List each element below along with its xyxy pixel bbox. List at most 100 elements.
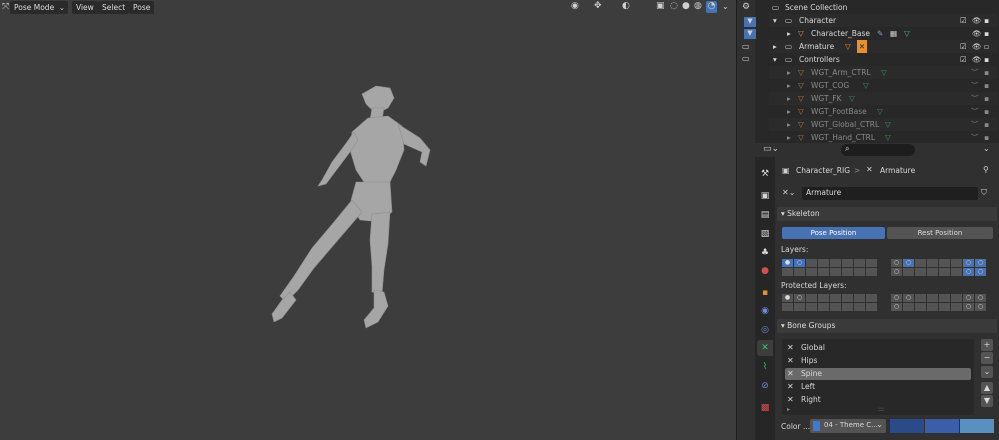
bone-group-menu-button[interactable]: ⌄ — [981, 366, 993, 378]
move-up-button[interactable]: ▲ — [981, 382, 993, 394]
character-mesh[interactable] — [0, 0, 736, 440]
output-tab-icon[interactable]: ▤ — [757, 207, 773, 223]
chevron-down-icon[interactable]: ⌄ — [722, 2, 729, 11]
outliner-row-character[interactable]: ▾ ▭ Character ☑ 👁 ▪ — [769, 14, 997, 27]
eye-hidden-icon[interactable]: ︶ — [971, 118, 979, 131]
list-expand-icon[interactable]: ▸ — [787, 406, 790, 413]
outliner-row-wgt[interactable]: ▸ ▽ WGT_Global_CTRL ▽ ︶ ▪ — [769, 118, 997, 131]
properties-search-input[interactable]: ⌕ — [841, 144, 915, 156]
outliner-row-character-base[interactable]: ▸ ▽ Character_Base ✎ ▦ ▽ 👁 ▪ — [769, 27, 997, 40]
camera-icon[interactable]: ▪ — [984, 14, 989, 27]
skeleton-panel-header[interactable]: ▾ Skeleton — [777, 207, 997, 221]
outliner-row-wgt[interactable]: ▸ ▽ WGT_FK ▽ ︶ ▪ — [769, 92, 997, 105]
menu-pose[interactable]: Pose — [129, 1, 155, 14]
filter-icon[interactable]: ▼ — [744, 17, 756, 27]
checkbox-icon[interactable]: ☑ — [960, 53, 967, 66]
protected-layers-grid-left[interactable]: ● ○ — [782, 294, 877, 311]
armature-icon: ✕ — [866, 165, 873, 174]
normal-color-swatch[interactable] — [890, 419, 924, 433]
bone-tab-icon[interactable]: ⌇ — [757, 359, 773, 375]
bone-group-item[interactable]: ✕ Left — [785, 381, 971, 393]
camera-icon[interactable]: ▫ — [984, 40, 989, 53]
xray-icon[interactable]: ▣ — [656, 1, 665, 11]
modifier-tab-icon[interactable]: ◉ — [757, 303, 773, 319]
outliner-row-controllers[interactable]: ▾ ▭ Controllers ☑ 👁 ▪ — [769, 53, 997, 66]
texture-tab-icon[interactable]: ▩ — [757, 400, 773, 416]
chevron-down-icon[interactable]: ⌄ — [983, 144, 990, 153]
viewport-header: ⤧ Pose Mode ⌄ View Select Pose ◉ ✥ ◐ ▣ ◌… — [0, 0, 736, 16]
eye-hidden-icon[interactable]: ︶ — [971, 92, 979, 105]
view-object-types-icon[interactable]: ◉ — [571, 1, 579, 11]
rest-position-button[interactable]: Rest Position — [887, 227, 993, 239]
armature-data-tab-icon[interactable]: ✕ — [757, 340, 773, 356]
eye-icon[interactable]: 👁 — [972, 27, 982, 40]
color-set-dropdown[interactable]: 04 - Theme C... ⌄ — [810, 419, 886, 433]
camera-icon[interactable]: ▪ — [984, 53, 989, 66]
view-layer-tab-icon[interactable]: ▧ — [757, 226, 773, 242]
outliner-row-armature[interactable]: ▸ ▭ Armature ▽ ✕ ☑ 👁 ▫ — [769, 40, 997, 53]
eye-hidden-icon[interactable]: ︶ — [971, 66, 979, 79]
checkbox-icon[interactable]: ☑ — [960, 40, 967, 53]
bone-group-item[interactable]: ✕ Global — [785, 342, 971, 354]
collapse-icon[interactable]: ▭ — [742, 54, 750, 63]
layers-grid-right[interactable]: ○ ○ ○ ○ ○ ○ ○ — [891, 259, 986, 276]
gizmo-icon[interactable]: ✥ — [594, 1, 602, 11]
outliner-row-scene-collection[interactable]: ▭ Scene Collection — [769, 1, 997, 14]
bone-group-item[interactable]: ✕ Spine — [785, 368, 971, 380]
rendered-shading-icon[interactable]: ◔ — [706, 1, 717, 13]
editor-type-icon[interactable]: ⚙ — [742, 2, 750, 12]
checkbox-icon[interactable]: ☑ — [960, 14, 967, 27]
editor-type-icon[interactable]: ▭⌄ — [763, 144, 779, 154]
menu-view[interactable]: View — [72, 1, 98, 14]
new-collection-icon[interactable]: ▭ — [742, 42, 750, 51]
camera-icon[interactable]: ▪ — [984, 92, 989, 105]
move-down-button[interactable]: ▼ — [981, 395, 993, 407]
chevron-down-icon: ⌄ — [58, 3, 65, 12]
mesh-data-icon: ▽ — [877, 107, 883, 116]
outliner-row-wgt[interactable]: ▸ ▽ WGT_Arm_CTRL ▽ ︶ ▪ — [769, 66, 997, 79]
menu-select[interactable]: Select — [98, 1, 130, 14]
layers-grid-left[interactable]: ● ○ — [782, 259, 877, 276]
bone-constraint-tab-icon[interactable]: ⊘ — [757, 378, 773, 394]
camera-icon[interactable]: ▪ — [984, 105, 989, 118]
armature-datablock-icon[interactable]: ✕⌄ — [782, 188, 795, 197]
overlay-icon[interactable]: ◐ — [622, 1, 630, 11]
wireframe-shading-icon[interactable]: ◌ — [670, 1, 678, 11]
bone-groups-panel-header[interactable]: ▾ Bone Groups — [777, 319, 997, 333]
bone-group-item[interactable]: ✕ Right — [785, 394, 971, 406]
fake-user-shield-icon[interactable]: ⛉ — [981, 188, 987, 198]
bone-group-item[interactable]: ✕ Hips — [785, 355, 971, 367]
camera-icon[interactable]: ▪ — [984, 66, 989, 79]
3d-viewport[interactable]: ⤧ Pose Mode ⌄ View Select Pose ◉ ✥ ◐ ▣ ◌… — [0, 0, 736, 440]
camera-icon[interactable]: ▪ — [984, 27, 989, 40]
camera-icon[interactable]: ▪ — [984, 79, 989, 92]
active-color-swatch[interactable] — [960, 419, 994, 433]
protected-layers-grid-right[interactable]: ○ ○ ○ ○ ○ ○ ○ — [891, 294, 986, 311]
tool-tab-icon[interactable]: ⚒ — [757, 166, 773, 182]
physics-tab-icon[interactable]: ◎ — [757, 322, 773, 338]
eye-icon[interactable]: 👁 — [972, 53, 982, 66]
mode-selector[interactable]: Pose Mode ⌄ — [10, 1, 68, 14]
pin-icon[interactable]: ⚲ — [983, 165, 989, 174]
outliner-row-wgt[interactable]: ▸ ▽ WGT_COG ▽ ︶ ▪ — [769, 79, 997, 92]
material-shading-icon[interactable]: ◍ — [694, 1, 702, 11]
eye-hidden-icon[interactable]: ︶ — [971, 105, 979, 118]
solid-shading-icon[interactable]: ● — [682, 1, 690, 11]
object-tab-icon[interactable]: ▪ — [757, 285, 773, 301]
render-tab-icon[interactable]: ▣ — [757, 188, 773, 204]
pose-position-button[interactable]: Pose Position — [782, 227, 885, 239]
scene-tab-icon[interactable]: ♣ — [757, 245, 773, 261]
world-tab-icon[interactable]: ● — [757, 263, 773, 279]
list-resize-handle[interactable]: ::: — [878, 406, 884, 413]
mesh-icon: ▽ — [798, 68, 804, 77]
select-color-swatch[interactable] — [925, 419, 959, 433]
filter-icon[interactable]: ▼ — [744, 29, 756, 39]
eye-icon[interactable]: 👁 — [972, 40, 982, 53]
eye-icon[interactable]: 👁 — [972, 14, 982, 27]
remove-bone-group-button[interactable]: − — [981, 352, 993, 364]
datablock-name-field[interactable]: Armature — [802, 187, 978, 200]
eye-hidden-icon[interactable]: ︶ — [971, 79, 979, 92]
camera-icon[interactable]: ▪ — [984, 118, 989, 131]
outliner-row-wgt[interactable]: ▸ ▽ WGT_FootBase ▽ ︶ ▪ — [769, 105, 997, 118]
add-bone-group-button[interactable]: + — [981, 339, 993, 351]
